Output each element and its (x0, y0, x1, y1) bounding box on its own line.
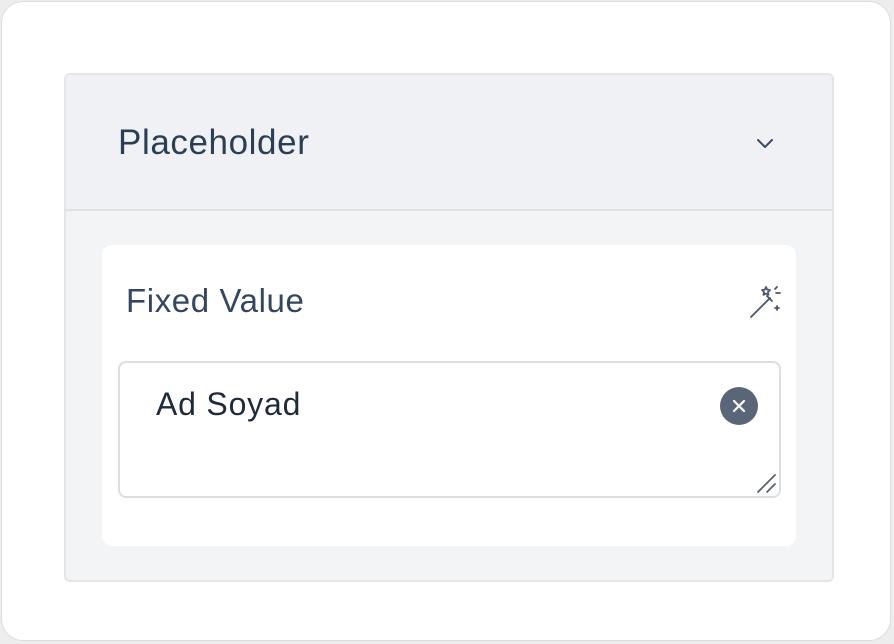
resize-handle-icon[interactable] (754, 471, 778, 495)
chevron-down-icon[interactable] (754, 133, 776, 155)
magic-wand-icon[interactable] (746, 283, 784, 321)
section-title: Placeholder (118, 123, 310, 162)
clear-icon (732, 399, 746, 413)
fixed-value-textarea[interactable]: Ad Soyad (118, 361, 781, 498)
placeholder-panel: Placeholder Fixed Value Ad Soyad (64, 73, 834, 582)
fixed-value-card: Fixed Value Ad Soyad (102, 245, 796, 546)
window-frame: Placeholder Fixed Value Ad Soyad (1, 1, 891, 641)
fixed-value-text: Ad Soyad (156, 386, 302, 422)
fixed-value-label: Fixed Value (126, 282, 305, 319)
placeholder-section-header[interactable]: Placeholder (66, 75, 832, 211)
clear-button[interactable] (720, 387, 758, 425)
